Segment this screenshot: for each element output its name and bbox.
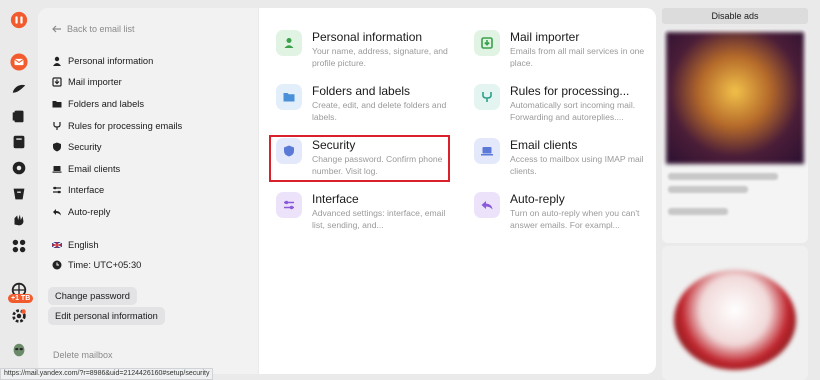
nav-item-label: Folders and labels [68,98,144,109]
nav-item-label: Interface [68,185,105,196]
nav-item-label: Personal information [68,55,154,66]
card-title: Folders and labels [312,84,411,98]
ad-banner-top[interactable] [662,28,808,243]
translate-icon[interactable] [9,184,29,204]
locale-settings: English Time: UTC+05:30 [52,235,141,275]
sliders-icon [53,187,61,194]
delete-mailbox-link[interactable]: Delete mailbox [53,350,113,360]
security-highlight-box [269,135,450,182]
nav-item-label: Security [68,142,102,153]
nav-item-interface[interactable]: Interface [52,180,182,202]
card-title: Interface [312,192,359,206]
laptop-icon [52,165,62,173]
status-bar-url: https://mail.yandex.com/?r=8986&uid=2124… [0,368,214,380]
services-icon[interactable] [9,236,29,256]
ad-text-blurred [668,173,778,180]
change-password-button[interactable]: Change password [48,287,137,305]
card-description: Your name, address, signature, and profi… [312,46,448,68]
nav-item-auto-reply[interactable]: Auto-reply [52,201,182,223]
ad-logo-image [674,270,796,370]
person-icon [276,30,302,56]
timezone-label: Time: UTC+05:30 [68,260,142,270]
settings-main-panel: Personal information Your name, address,… [259,8,656,374]
rules-icon [53,121,61,130]
mail-icon[interactable] [9,52,29,72]
card-title: Email clients [510,138,578,152]
rules-icon [474,84,500,110]
storage-badge[interactable]: +1 TB [8,294,34,303]
card-description: Turn on auto-reply when you can't answer… [510,208,640,230]
sliders-icon [276,192,302,218]
card-folders-and-labels[interactable]: Folders and labels Create, edit, and del… [276,84,461,130]
laptop-icon [474,138,500,164]
nav-item-security[interactable]: Security [52,136,182,158]
card-description: Emails from all mail services in one pla… [510,46,645,68]
reply-icon [53,208,61,216]
language-label: English [68,240,99,250]
card-personal-information[interactable]: Personal information Your name, address,… [276,30,461,76]
card-email-clients[interactable]: Email clients Access to mailbox using IM… [474,138,659,184]
arrow-left-icon [52,25,61,33]
card-description: Access to mailbox using IMAP mail client… [510,154,644,176]
documents-icon[interactable] [9,106,29,126]
nav-item-mail-importer[interactable]: Mail importer [52,72,182,94]
ad-text-blurred [668,186,748,193]
ad-text-blurred [668,208,728,215]
import-icon [474,30,500,56]
card-title: Rules for processing... [510,84,630,98]
language-selector[interactable]: English [52,235,141,255]
disable-ads-button[interactable]: Disable ads [662,8,808,24]
nav-item-personal-information[interactable]: Personal information [52,50,182,72]
card-title: Auto-reply [510,192,565,206]
reply-icon [474,192,500,218]
settings-icon[interactable] [9,306,29,326]
card-description: Create, edit, and delete folders and lab… [312,100,447,122]
edit-personal-information-button[interactable]: Edit personal information [48,307,165,325]
ads-column: Disable ads [662,8,810,380]
clock-icon [52,260,62,270]
card-rules-for-processing[interactable]: Rules for processing... Automatically so… [474,84,659,130]
timezone-selector[interactable]: Time: UTC+05:30 [52,255,141,275]
shield-icon [53,142,61,152]
yandex-logo-icon[interactable] [9,10,29,30]
card-mail-importer[interactable]: Mail importer Emails from all mail servi… [474,30,659,76]
telemost-icon[interactable] [9,210,29,230]
settings-sidebar: Back to email list Personal information … [38,8,258,374]
nav-item-email-clients[interactable]: Email clients [52,158,182,180]
folder-icon [52,100,62,108]
uk-flag-icon [52,241,62,249]
disk-icon[interactable] [9,80,29,100]
back-label: Back to email list [67,24,135,34]
ad-image [666,32,804,164]
person-icon [53,56,61,66]
card-description: Automatically sort incoming mail. Forwar… [510,100,636,122]
settings-nav: Personal information Mail importer Folde… [52,50,182,223]
nav-item-label: Mail importer [68,77,122,88]
messenger-icon[interactable] [9,158,29,178]
card-title: Personal information [312,30,423,44]
nav-item-folders-and-labels[interactable]: Folders and labels [52,93,182,115]
nav-item-label: Rules for processing emails [68,120,183,131]
back-to-email-list-link[interactable]: Back to email list [52,24,135,34]
nav-item-label: Auto-reply [68,206,111,217]
card-description: Advanced settings: interface, email list… [312,208,446,230]
card-auto-reply[interactable]: Auto-reply Turn on auto-reply when you c… [474,192,659,238]
import-icon [52,77,62,87]
nav-item-rules[interactable]: Rules for processing emails [52,115,182,137]
service-rail: +1 TB [0,0,38,380]
ad-banner-bottom[interactable] [662,246,808,380]
card-interface[interactable]: Interface Advanced settings: interface, … [276,192,461,238]
nav-item-label: Email clients [68,163,121,174]
folder-icon [276,84,302,110]
alien-icon[interactable] [9,340,29,360]
card-title: Mail importer [510,30,580,44]
notes-icon[interactable] [9,132,29,152]
